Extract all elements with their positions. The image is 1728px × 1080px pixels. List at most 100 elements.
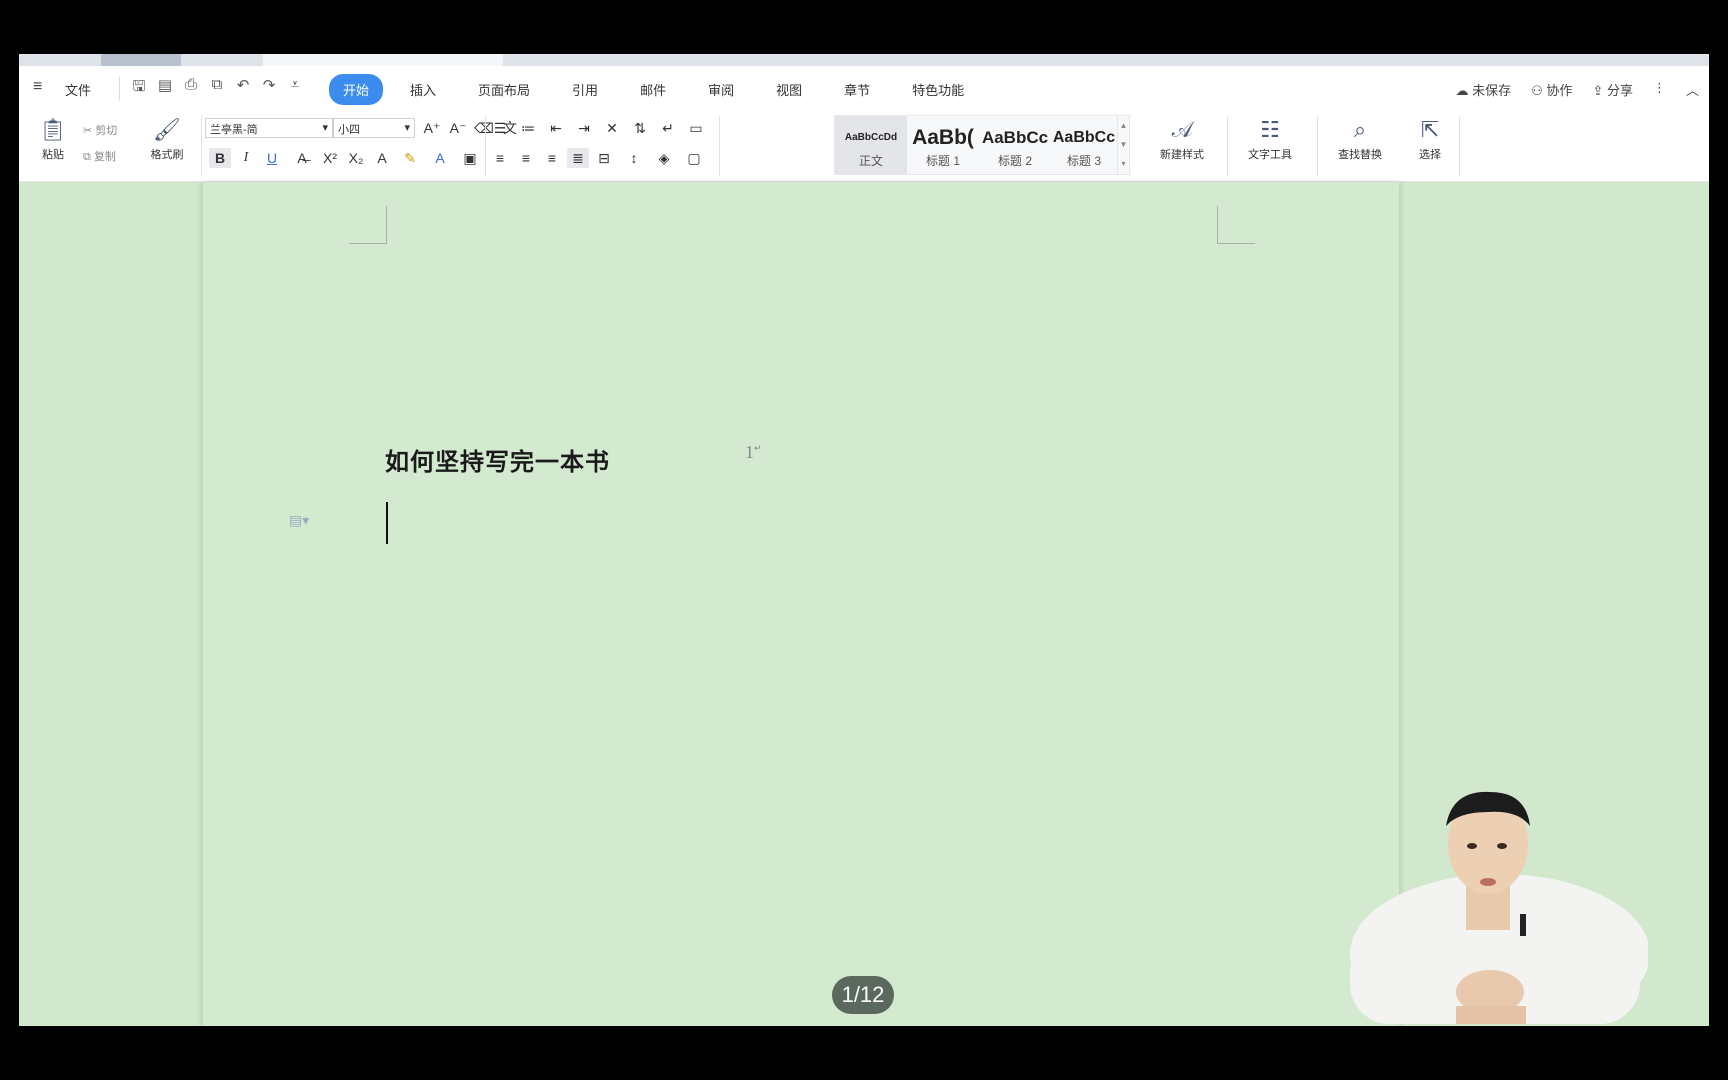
char-border-icon[interactable]: ▣ — [459, 148, 481, 168]
style-preview: AaBb( — [912, 126, 974, 149]
presenter-figure — [1350, 791, 1648, 1024]
align-left-icon[interactable]: ≡ — [489, 148, 511, 168]
new-style-icon: 𝒜 — [1171, 117, 1193, 142]
align-center-icon[interactable]: ≡ — [515, 148, 537, 168]
highlight-icon[interactable]: ✎ — [399, 148, 421, 168]
paragraph-mark-icon: ↵ — [754, 443, 762, 453]
font-name-value: 兰亭黑-简 — [210, 124, 258, 136]
grow-font-icon[interactable]: A⁺ — [421, 118, 443, 138]
cut-button[interactable]: ✂ 剪切 — [83, 122, 117, 138]
chevron-up-icon[interactable]: ▲ — [1118, 116, 1129, 135]
style-heading-3[interactable]: AaBbCc 标题 3 — [1051, 116, 1117, 174]
style-name: 标题 2 — [997, 154, 1032, 168]
tab-special-features[interactable]: 特色功能 — [897, 74, 979, 105]
menu-file[interactable]: 文件 — [65, 80, 91, 99]
underline-icon[interactable]: U — [261, 148, 283, 168]
screen: ≡ 文件 🖫 ▤ ⎙ ⧉ ↶ ↷ ⩡ 开始 插入 页面布局 引用 邮件 审阅 视… — [0, 0, 1728, 1080]
copy-button[interactable]: ⧉ 复制 — [83, 148, 116, 164]
share-button[interactable]: ⇪ 分享 — [1592, 80, 1633, 99]
print-icon[interactable]: ⎙ — [178, 76, 204, 101]
undo-icon[interactable]: ↶ — [230, 76, 256, 101]
chinese-layout-icon[interactable]: ✕ — [601, 118, 623, 138]
document-page[interactable]: 如何坚持写完一本书 1↵ ▤▾ — [203, 182, 1399, 1026]
superscript-icon[interactable]: X² — [319, 148, 341, 168]
paste-label: 粘贴 — [42, 149, 64, 161]
paragraph-handle-icon[interactable]: ▤▾ — [289, 512, 309, 529]
document-title-text[interactable]: 如何坚持写完一本书 — [385, 442, 610, 477]
page-counter-badge: 1/12 — [832, 976, 894, 1014]
text-tools-button[interactable]: ☷ 文字工具 — [1235, 116, 1305, 162]
new-style-button[interactable]: 𝒜 新建样式 — [1149, 116, 1215, 162]
save-as-icon[interactable]: ▤ — [152, 76, 178, 101]
margin-corner-top-right — [1217, 206, 1255, 244]
align-right-icon[interactable]: ≡ — [541, 148, 563, 168]
magnifier-icon: ⌕ — [1353, 117, 1367, 142]
redo-icon[interactable]: ↷ — [256, 76, 282, 101]
tab-references[interactable]: 引用 — [557, 74, 613, 105]
borders-icon[interactable]: ▢ — [683, 148, 705, 168]
more-icon[interactable]: ⋮ — [1653, 80, 1666, 99]
select-label: 选择 — [1419, 149, 1441, 161]
save-icon[interactable]: 🖫 — [126, 76, 152, 101]
style-gallery-scroll[interactable]: ▲ ▼ ▾ — [1117, 116, 1129, 174]
table-grid-icon[interactable]: ▭ — [685, 118, 707, 138]
style-normal[interactable]: AaBbCcDd 正文 — [835, 116, 907, 174]
doc-tab-1[interactable] — [101, 54, 181, 66]
bullets-icon[interactable]: ☰ — [489, 118, 511, 138]
tab-home[interactable]: 开始 — [329, 74, 384, 105]
select-button[interactable]: ⇱ 选择 — [1405, 116, 1455, 162]
strikethrough-icon[interactable]: A̶ — [291, 148, 313, 168]
find-replace-button[interactable]: ⌕ 查找替换 — [1325, 116, 1395, 162]
tab-mailings[interactable]: 邮件 — [625, 74, 681, 105]
subscript-icon[interactable]: X₂ — [345, 148, 367, 168]
text-tools-icon: ☷ — [1260, 117, 1280, 142]
distributed-icon[interactable]: ⊟ — [593, 148, 615, 168]
decrease-indent-icon[interactable]: ⇤ — [545, 118, 567, 138]
tab-page-layout[interactable]: 页面布局 — [463, 74, 545, 105]
divider — [1459, 116, 1460, 176]
expand-icon[interactable]: ▾ — [1118, 154, 1129, 173]
footnote-number: 1 — [745, 442, 754, 462]
format-painter-button[interactable]: 🖌︎ 格式刷 — [141, 116, 193, 162]
show-marks-icon[interactable]: ↵ — [657, 118, 679, 138]
tab-sections[interactable]: 章节 — [829, 74, 885, 105]
style-preview: AaBbCc — [1052, 129, 1116, 146]
hamburger-menu-icon[interactable]: ≡ — [33, 78, 42, 96]
copy-icon: ⧉ — [83, 151, 91, 163]
style-name: 正文 — [858, 154, 883, 168]
tab-insert[interactable]: 插入 — [395, 74, 451, 105]
collapse-ribbon-icon[interactable]: ︿ — [1686, 80, 1699, 99]
style-heading-2[interactable]: AaBbCc 标题 2 — [979, 116, 1051, 174]
unsaved-status[interactable]: ☁ 未保存 — [1456, 80, 1512, 99]
bold-icon[interactable]: B — [209, 148, 231, 168]
print-preview-icon[interactable]: ⧉ — [204, 76, 230, 101]
unsaved-label: 未保存 — [1472, 83, 1512, 98]
shrink-font-icon[interactable]: A⁻ — [447, 118, 469, 138]
collab-button[interactable]: ⚇ 协作 — [1531, 80, 1572, 99]
increase-indent-icon[interactable]: ⇥ — [573, 118, 595, 138]
font-size-select[interactable]: 小四 ▾ — [333, 118, 415, 138]
doc-tab-active[interactable] — [263, 54, 503, 66]
shading-icon[interactable]: ◈ — [653, 148, 675, 168]
style-heading-1[interactable]: AaBb( 标题 1 — [907, 116, 979, 174]
font-color-icon[interactable]: A — [429, 148, 451, 168]
font-name-select[interactable]: 兰亭黑-简 ▾ — [205, 118, 333, 138]
person-icon: ⚇ — [1531, 83, 1543, 98]
paste-button[interactable]: 📋︎ 粘贴 — [27, 116, 79, 162]
justify-icon[interactable]: ≣ — [567, 148, 589, 168]
doc-tab-2[interactable] — [185, 54, 255, 66]
cloud-icon: ☁ — [1455, 83, 1469, 98]
menu-bar: ≡ 文件 🖫 ▤ ⎙ ⧉ ↶ ↷ ⩡ 开始 插入 页面布局 引用 邮件 审阅 视… — [19, 66, 1709, 110]
share-icon: ⇪ — [1592, 83, 1604, 98]
italic-icon[interactable]: I — [235, 148, 257, 168]
line-spacing-icon[interactable]: ↕ — [623, 148, 645, 168]
collab-label: 协作 — [1546, 83, 1573, 98]
numbering-icon[interactable]: ≔ — [517, 118, 539, 138]
chevron-down-icon[interactable]: ▼ — [1118, 135, 1129, 154]
style-name: 标题 3 — [1066, 154, 1101, 168]
tab-view[interactable]: 视图 — [761, 74, 817, 105]
customize-icon[interactable]: ⩡ — [282, 76, 308, 101]
sort-icon[interactable]: ⇅ — [629, 118, 651, 138]
text-effect-icon[interactable]: A — [371, 148, 393, 168]
tab-review[interactable]: 审阅 — [693, 74, 749, 105]
